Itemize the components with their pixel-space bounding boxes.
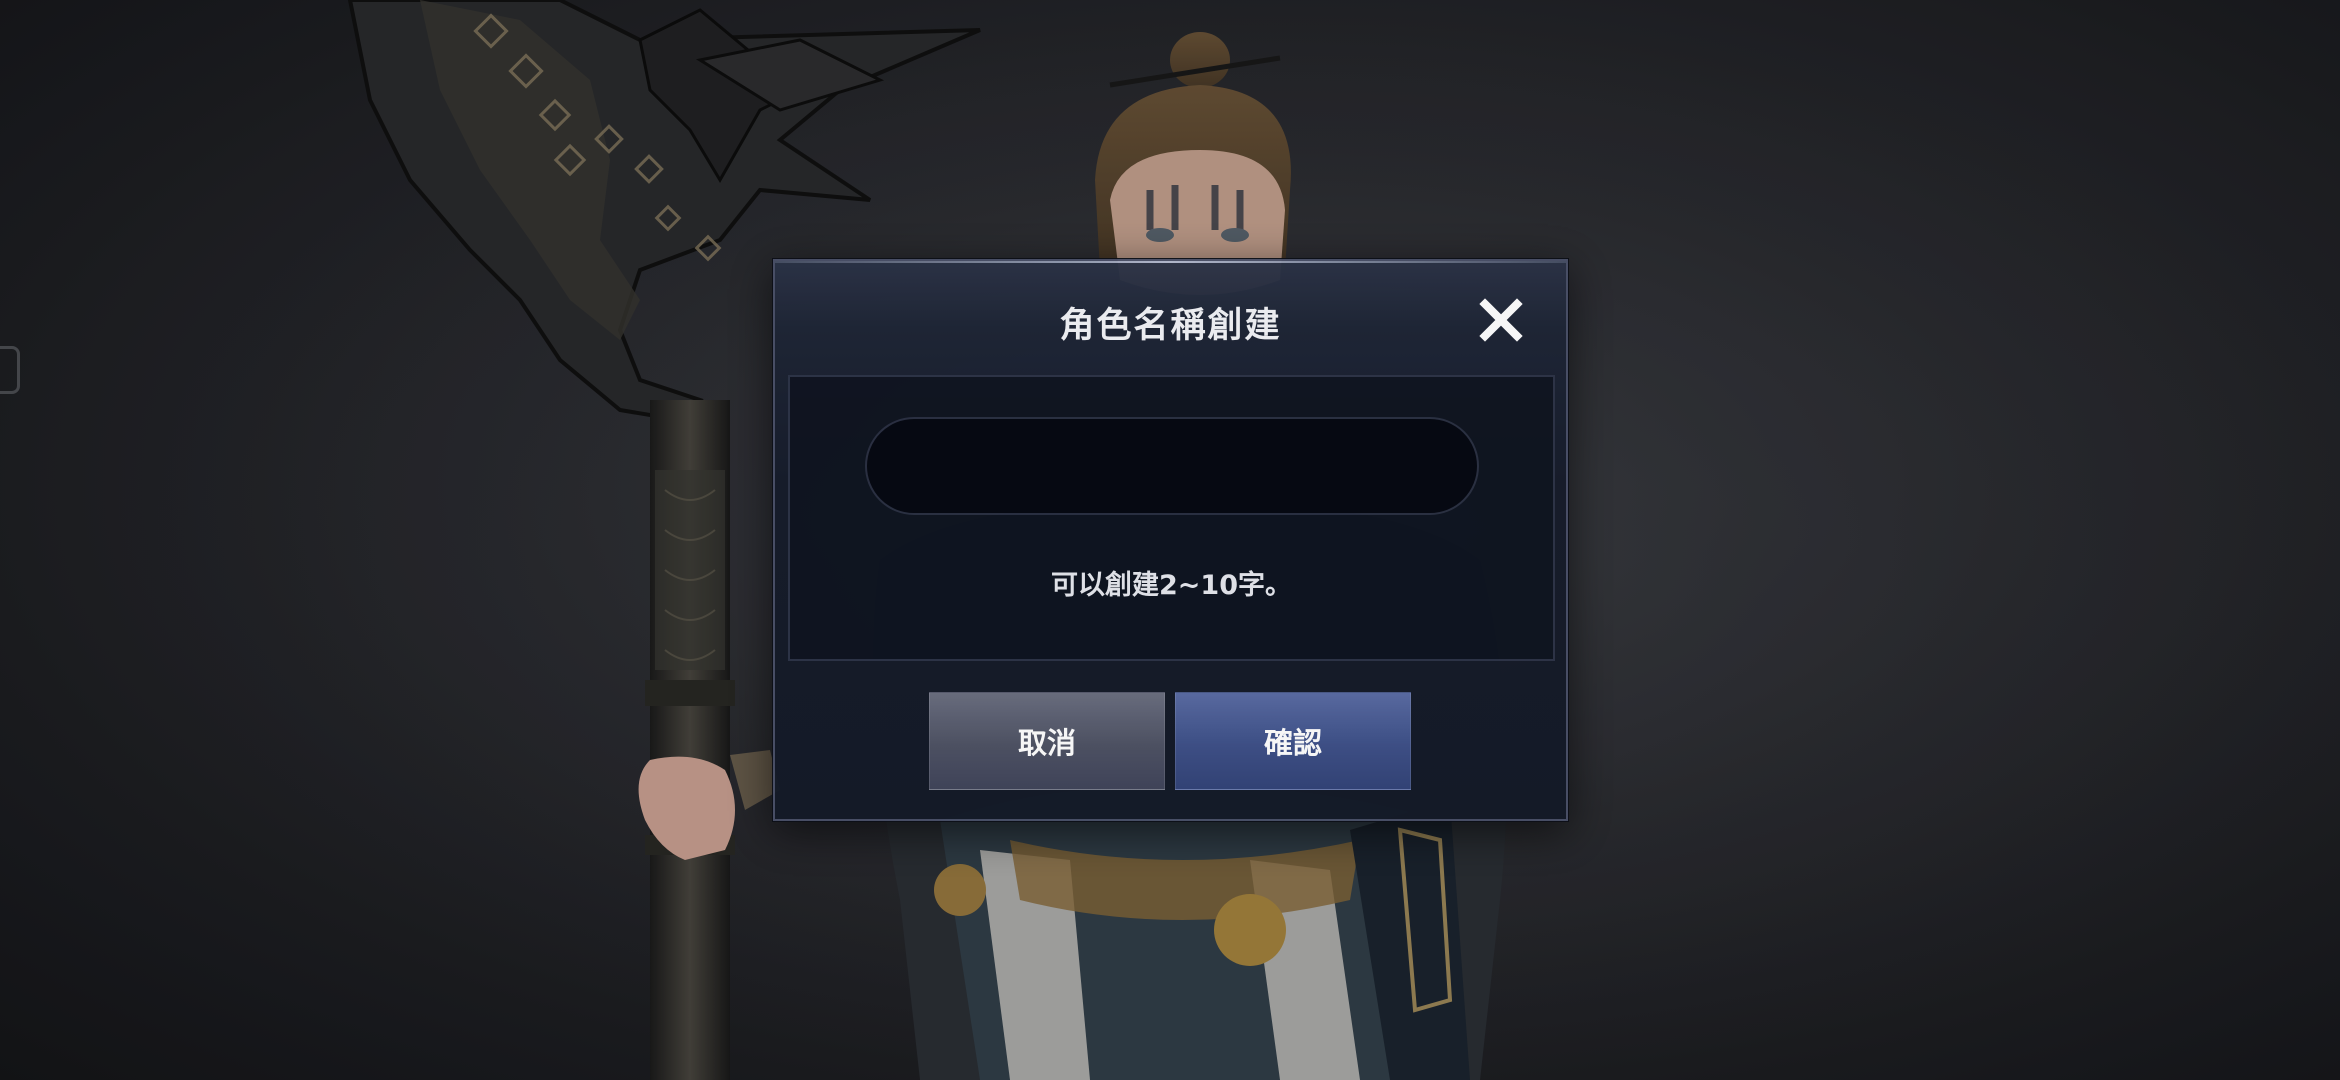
dialog-title: 角色名稱創建 <box>1059 306 1282 346</box>
cancel-button[interactable]: 取消 <box>929 692 1165 790</box>
game-scene: 角色名稱創建 可以創建2~10字。 取消 確認 <box>0 0 2340 1080</box>
name-length-hint: 可以創建2~10字。 <box>1051 570 1292 601</box>
character-name-input[interactable] <box>865 417 1479 515</box>
close-icon <box>1479 298 1523 342</box>
confirm-button[interactable]: 確認 <box>1175 692 1411 790</box>
close-button[interactable] <box>1476 295 1526 345</box>
character-name-dialog: 角色名稱創建 可以創建2~10字。 取消 確認 <box>773 259 1568 821</box>
dialog-body: 可以創建2~10字。 <box>788 375 1555 661</box>
